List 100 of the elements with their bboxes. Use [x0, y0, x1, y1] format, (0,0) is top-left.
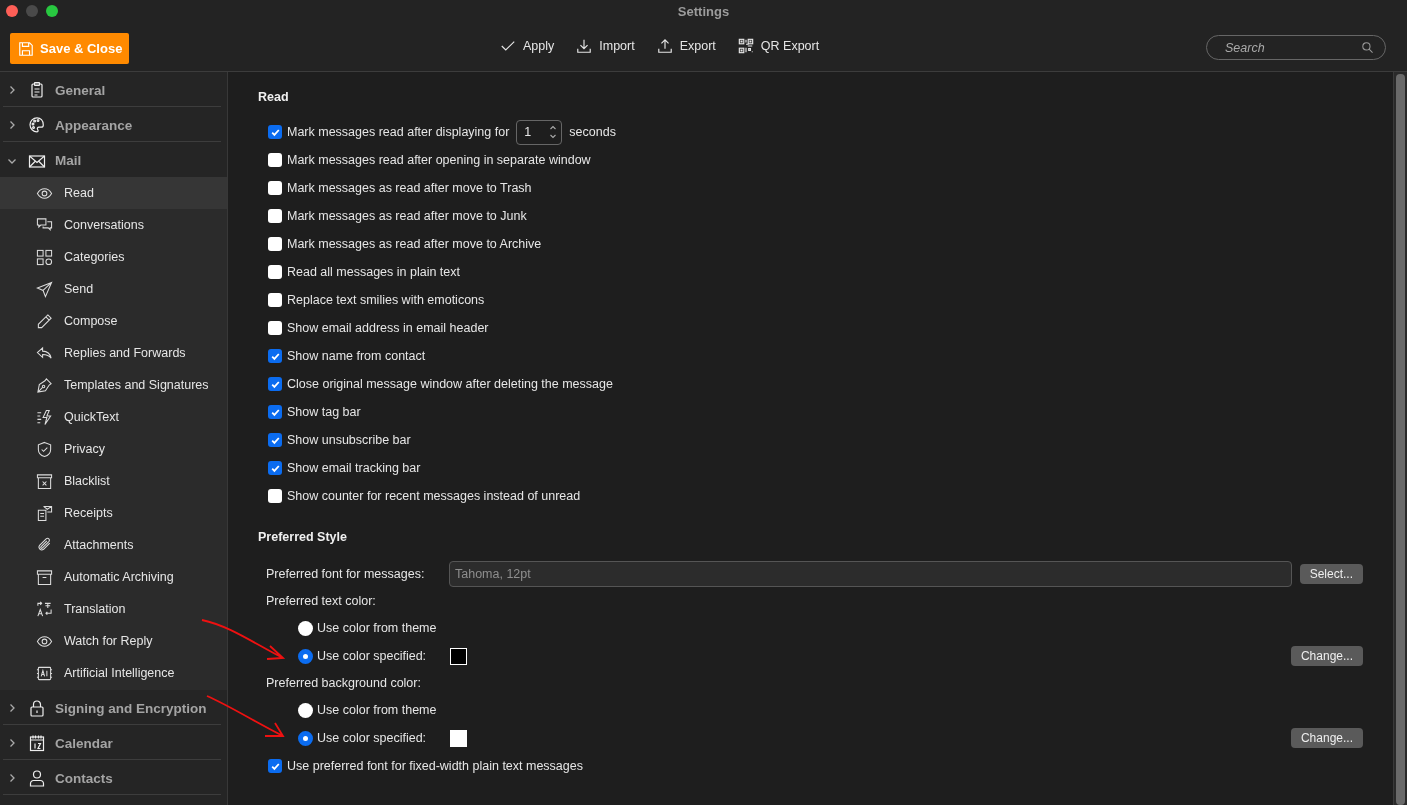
person-icon	[28, 769, 46, 787]
palette-icon	[28, 116, 46, 134]
checkmark-icon	[500, 38, 516, 54]
option-label: Show email address in email header	[287, 321, 489, 335]
toolbar-button[interactable]: Import	[576, 38, 635, 54]
sidebar-item[interactable]: Artificial Intelligence	[0, 657, 227, 689]
sidebar-item[interactable]: Automatic Archiving	[0, 561, 227, 593]
checkbox[interactable]	[268, 377, 282, 391]
checkbox[interactable]	[268, 293, 282, 307]
chevron-icon	[7, 738, 17, 748]
checkbox[interactable]	[268, 125, 282, 139]
sidebar-group[interactable]: General	[3, 72, 221, 107]
checkbox[interactable]	[268, 461, 282, 475]
calendar-icon	[28, 734, 46, 752]
close-window-button[interactable]	[6, 5, 18, 17]
sidebar-group[interactable]: Signing and Encryption	[3, 690, 221, 725]
chevron-icon	[7, 120, 17, 130]
pen-nib-icon	[36, 376, 53, 394]
sidebar-item[interactable]: Receipts	[0, 497, 227, 529]
search-icon	[1361, 41, 1374, 54]
field-label: Preferred background color:	[265, 675, 422, 692]
radio-button[interactable]	[298, 730, 313, 746]
radio-button[interactable]	[298, 648, 313, 664]
zoom-window-button[interactable]	[46, 5, 58, 17]
change-color-button[interactable]: Change...	[1290, 646, 1363, 666]
chevron-icon	[7, 703, 17, 713]
sidebar-item[interactable]: Privacy	[0, 433, 227, 465]
radio-button[interactable]	[298, 702, 313, 718]
window-title: Settings	[677, 3, 730, 19]
sidebar-group[interactable]: Appearance	[3, 107, 221, 142]
sidebar-item[interactable]: Replies and Forwards	[0, 337, 227, 369]
sidebar-group[interactable]: Contacts	[3, 760, 221, 795]
sidebar-item[interactable]: Categories	[0, 241, 227, 273]
checkbox[interactable]	[268, 321, 282, 335]
download-icon	[576, 38, 593, 54]
option-label: Use color from theme	[317, 621, 438, 635]
checkbox[interactable]	[268, 759, 282, 773]
option-label: Use color specified:	[317, 649, 428, 663]
option-label: Close original message window after deleting the message	[287, 377, 613, 391]
checkbox[interactable]	[268, 405, 282, 419]
sidebar-item[interactable]: Templates and Signatures	[0, 369, 227, 401]
option-label: Use preferred font for fixed-width plain text messages	[287, 759, 583, 773]
checkbox[interactable]	[268, 209, 282, 223]
option-label: Show tag bar	[287, 405, 361, 419]
paper-plane-icon	[36, 280, 53, 298]
checkbox[interactable]	[268, 181, 282, 195]
search-field[interactable]: Search	[1206, 35, 1386, 60]
option-label: Use color from theme	[317, 703, 438, 717]
lightning-icon	[36, 408, 53, 426]
change-color-button[interactable]: Change...	[1290, 728, 1363, 748]
option-label: Show name from contact	[287, 349, 426, 363]
pencil-icon	[36, 312, 53, 330]
checkbox[interactable]	[268, 153, 282, 167]
checkbox[interactable]	[268, 433, 282, 447]
checkbox[interactable]	[268, 489, 282, 503]
sidebar-item[interactable]: Send	[0, 273, 227, 305]
option-label: Show email tracking bar	[287, 461, 421, 475]
sidebar-group[interactable]: Mail	[3, 142, 221, 177]
font-field[interactable]: Tahoma, 12pt	[449, 561, 1292, 587]
checkbox[interactable]	[268, 265, 282, 279]
toolbar-button[interactable]: Export	[656, 38, 716, 54]
grid-icon	[36, 248, 53, 266]
select-font-button[interactable]: Select...	[1299, 564, 1363, 584]
sidebar-item[interactable]: Compose	[0, 305, 227, 337]
padlock-icon	[28, 699, 46, 717]
option-label: Use color specified:	[317, 731, 428, 745]
stepper-arrows-icon	[549, 124, 558, 140]
sidebar-item[interactable]: QuickText	[0, 401, 227, 433]
color-swatch[interactable]	[450, 647, 467, 665]
field-label: Preferred font for messages:	[266, 567, 426, 581]
toolbar-button[interactable]: Apply	[500, 38, 555, 54]
option-label: Read all messages in plain text	[287, 265, 460, 279]
toolbar-button[interactable]: QR Export	[737, 38, 820, 54]
clipboard-icon	[28, 81, 46, 99]
sidebar-item[interactable]: Translation	[0, 593, 227, 625]
option-label: Show counter for recent messages instead of unread	[287, 489, 581, 503]
checkbox[interactable]	[268, 237, 282, 251]
sidebar-item[interactable]: Conversations	[0, 209, 227, 241]
archive-box-icon	[36, 568, 53, 586]
radio-button[interactable]	[298, 620, 313, 636]
section-heading: Read	[258, 90, 290, 104]
shield-icon	[36, 440, 53, 458]
number-stepper-field[interactable]: 1	[516, 119, 563, 145]
sidebar-item[interactable]: Attachments	[0, 529, 227, 561]
receipt-icon	[36, 504, 53, 522]
chevron-icon	[7, 85, 17, 95]
scrollbar[interactable]	[1393, 72, 1407, 805]
option-label: Mark messages as read after move to Trash	[287, 181, 532, 195]
sidebar-item[interactable]: Blacklist	[0, 465, 227, 497]
option-label: Replace text smilies with emoticons	[287, 293, 485, 307]
option-label: Mark messages read after displaying for	[287, 125, 510, 139]
sidebar-item[interactable]: Read	[0, 177, 227, 209]
color-swatch[interactable]	[450, 729, 467, 747]
sidebar-group[interactable]: Calendar	[3, 725, 221, 760]
sidebar-item[interactable]: Watch for Reply	[0, 625, 227, 657]
option-label: Mark messages as read after move to Junk	[287, 209, 527, 223]
qr-code-icon	[737, 38, 754, 54]
checkbox[interactable]	[268, 349, 282, 363]
option-label: Mark messages as read after move to Archive	[287, 237, 542, 251]
box-x-icon	[36, 472, 53, 490]
